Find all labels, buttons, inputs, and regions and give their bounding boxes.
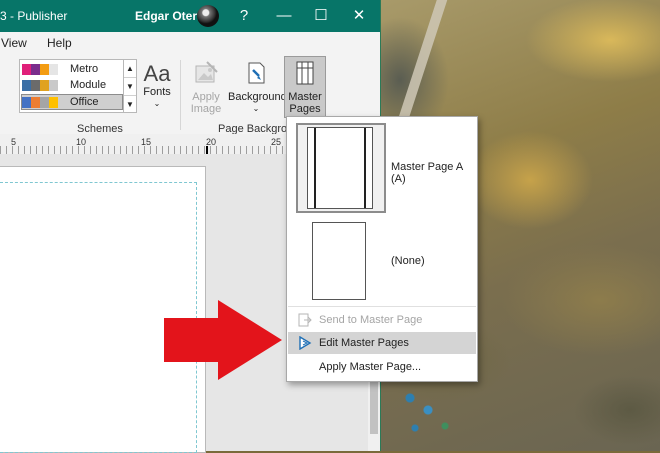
scheme-label: Module bbox=[70, 79, 107, 91]
close-button[interactable]: ✕ bbox=[341, 0, 377, 32]
master-page-a-caption: Master Page A (A) bbox=[391, 161, 463, 185]
master-pages-icon bbox=[296, 61, 314, 85]
chevron-down-icon: ⌄ bbox=[252, 104, 260, 113]
master-pages-button[interactable]: Master Pages ⌄ bbox=[284, 56, 326, 126]
scheme-color-chip bbox=[22, 80, 31, 91]
apply-image-label-2: Image bbox=[190, 103, 222, 115]
scheme-color-chip bbox=[40, 80, 49, 91]
master-page-a-thumbnail bbox=[307, 127, 373, 209]
red-arrow-annotation bbox=[164, 300, 282, 380]
scheme-office-swatch bbox=[22, 97, 58, 108]
apply-master-page-label: Apply Master Page... bbox=[319, 361, 422, 373]
none-master-thumbnail bbox=[312, 222, 366, 300]
wallpaper-village bbox=[400, 388, 460, 438]
help-button[interactable]: ? bbox=[226, 0, 262, 32]
background-button[interactable]: Background ⌄ bbox=[228, 60, 287, 115]
edit-master-pages-item[interactable]: Edit Master Pages bbox=[288, 332, 476, 354]
scheme-color-chip bbox=[22, 97, 31, 108]
account-avatar[interactable] bbox=[197, 5, 219, 27]
gallery-more-icon[interactable]: ▼ bbox=[124, 96, 136, 113]
edit-master-icon bbox=[299, 336, 312, 350]
fonts-label: Fonts bbox=[143, 86, 171, 98]
menu-bar: View Help bbox=[0, 32, 380, 54]
scheme-color-chip bbox=[31, 97, 40, 108]
fonts-button[interactable]: Aa Fonts ⌄ bbox=[140, 62, 174, 110]
background-icon bbox=[248, 62, 265, 84]
dropdown-divider bbox=[288, 306, 476, 307]
scroll-up-icon[interactable]: ▲ bbox=[124, 60, 136, 78]
send-to-master-page-item[interactable]: Send to Master Page bbox=[288, 309, 476, 331]
scheme-color-chip bbox=[31, 64, 40, 75]
color-scheme-gallery[interactable]: Metro Module Office bbox=[19, 59, 125, 113]
scroll-down-icon[interactable]: ▼ bbox=[124, 78, 136, 96]
apply-master-page-item[interactable]: Apply Master Page... bbox=[288, 356, 476, 378]
none-master-caption: (None) bbox=[391, 255, 425, 267]
scheme-metro-swatch bbox=[22, 64, 58, 75]
menu-help[interactable]: Help bbox=[47, 36, 72, 50]
scheme-label: Office bbox=[70, 96, 99, 108]
fonts-icon: Aa bbox=[143, 61, 171, 86]
apply-image-button[interactable]: Apply Image bbox=[186, 60, 226, 115]
account-name[interactable]: Edgar Otero bbox=[135, 9, 204, 23]
send-to-master-icon bbox=[298, 313, 312, 327]
thumbnail-guide-line bbox=[364, 128, 366, 208]
scheme-metro[interactable]: Metro bbox=[22, 62, 122, 77]
minimize-button[interactable]: — bbox=[266, 0, 302, 32]
scheme-color-chip bbox=[40, 97, 49, 108]
scheme-color-chip bbox=[22, 64, 31, 75]
scheme-color-chip bbox=[40, 64, 49, 75]
scheme-label: Metro bbox=[70, 63, 99, 75]
apply-image-label-1: Apply bbox=[192, 91, 220, 103]
title-bar: 3 - Publisher Edgar Otero ? — ☐ ✕ bbox=[0, 0, 380, 32]
ruler-margin-marker[interactable] bbox=[206, 146, 208, 154]
chevron-down-icon: ⌄ bbox=[153, 99, 161, 108]
master-pages-label-1: Master bbox=[288, 91, 322, 103]
menu-view[interactable]: View bbox=[1, 36, 27, 50]
master-page-a-option[interactable]: Master Page A (A) bbox=[287, 117, 477, 213]
apply-image-icon bbox=[195, 61, 218, 83]
group-divider bbox=[180, 60, 181, 130]
scheme-color-chip bbox=[31, 80, 40, 91]
window-title: 3 - Publisher bbox=[0, 9, 68, 23]
scheme-color-chip bbox=[49, 64, 58, 75]
none-master-option[interactable]: (None) bbox=[287, 217, 477, 305]
maximize-button[interactable]: ☐ bbox=[303, 0, 339, 32]
master-pages-dropdown: Master Page A (A) (None) Send to Master … bbox=[286, 116, 478, 382]
scheme-module[interactable]: Module bbox=[22, 78, 122, 93]
scheme-office[interactable]: Office bbox=[21, 94, 123, 110]
arrow-shape bbox=[164, 300, 282, 380]
scheme-module-swatch bbox=[22, 80, 58, 91]
edit-master-pages-label: Edit Master Pages bbox=[319, 337, 409, 349]
background-label: Background bbox=[228, 91, 287, 103]
thumbnail-guide-line bbox=[314, 128, 316, 208]
send-to-master-label: Send to Master Page bbox=[319, 314, 423, 326]
scheme-color-chip bbox=[49, 80, 58, 91]
scheme-scroll-buttons: ▲ ▼ ▼ bbox=[123, 59, 137, 113]
scheme-color-chip bbox=[49, 97, 58, 108]
